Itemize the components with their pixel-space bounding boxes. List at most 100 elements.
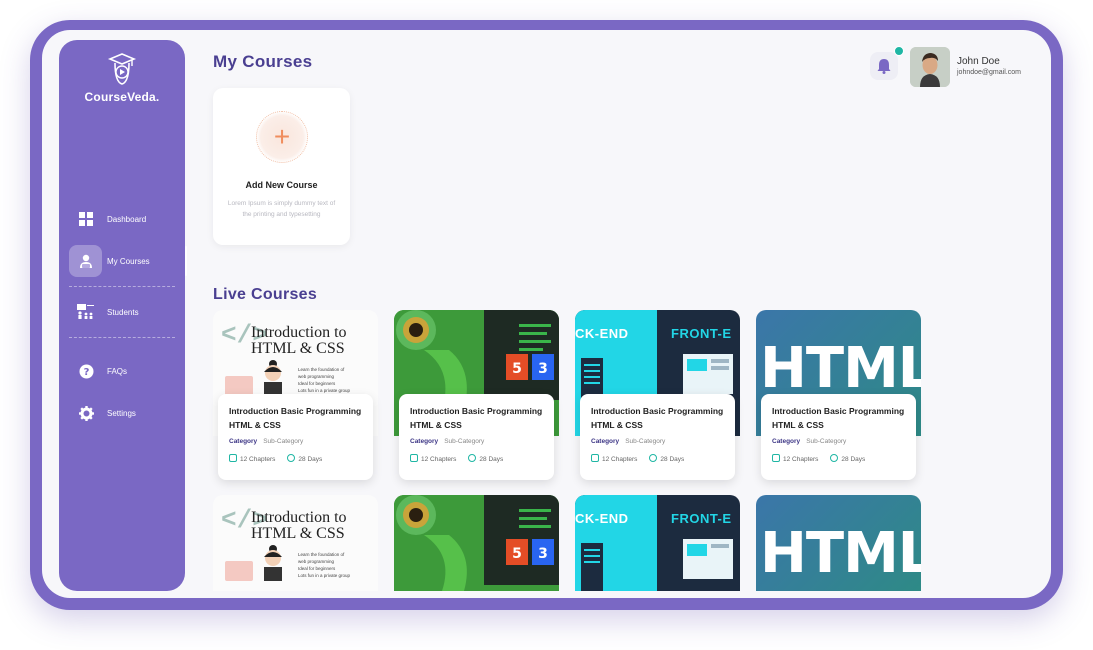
avatar-image bbox=[910, 47, 950, 87]
chapters-icon bbox=[229, 454, 237, 462]
course-card[interactable]: 5 3 Introduction Basic Programming HTML … bbox=[394, 310, 559, 480]
user-name: John Doe bbox=[957, 56, 1000, 67]
course-category[interactable]: Category bbox=[229, 438, 257, 445]
thumb-heading-line2: HTML & CSS bbox=[251, 525, 345, 542]
course-card[interactable]: 5 3 bbox=[394, 495, 559, 598]
bell-icon bbox=[877, 59, 891, 74]
sidebar-item-label: Dashboard bbox=[107, 214, 147, 224]
chapters-icon bbox=[591, 454, 599, 462]
server-screen-illustration bbox=[581, 539, 733, 591]
thumb-frontend-label: FRONT-E bbox=[671, 326, 732, 341]
course-thumbnail: </> Introduction to HTML & CSS Learn the … bbox=[213, 495, 378, 591]
app-screen: CourseVeda. Dashboard My Courses Student… bbox=[42, 30, 1051, 598]
svg-text:?: ? bbox=[83, 367, 89, 378]
thumb-bullet: Lots fun in a private group bbox=[298, 388, 351, 393]
svg-text:3: 3 bbox=[538, 546, 548, 562]
thumb-illustration: 5 3 bbox=[394, 495, 559, 591]
live-courses-title: Live Courses bbox=[213, 286, 318, 303]
course-subcategory[interactable]: Sub-Category bbox=[806, 438, 846, 445]
course-subcategory[interactable]: Sub-Category bbox=[263, 438, 303, 445]
course-category[interactable]: Category bbox=[591, 438, 619, 445]
clock-icon bbox=[830, 454, 839, 462]
thumb-backend-label: CK-END bbox=[575, 511, 629, 526]
course-category[interactable]: Category bbox=[772, 438, 800, 445]
graduation-play-icon bbox=[107, 53, 137, 85]
reading-girl-icon bbox=[264, 360, 282, 396]
thumb-html-label: HTML bbox=[760, 336, 921, 401]
thumb-bullet: Lots fun in a private group bbox=[298, 573, 351, 578]
sidebar-item-dashboard[interactable]: Dashboard bbox=[59, 202, 185, 236]
thumb-decoration bbox=[225, 561, 253, 581]
question-icon: ? bbox=[77, 362, 95, 380]
reading-girl-icon bbox=[264, 545, 282, 581]
sidebar-item-settings[interactable]: Settings bbox=[59, 396, 185, 430]
add-course-card[interactable]: + Add New Course Lorem Ipsum is simply d… bbox=[213, 88, 350, 245]
course-chapters: 12 Chapters bbox=[602, 456, 638, 463]
notification-dot bbox=[894, 46, 904, 56]
course-thumbnail: HTML bbox=[756, 495, 921, 591]
sidebar-item-label: Settings bbox=[107, 408, 136, 418]
course-days: 28 Days bbox=[660, 456, 685, 463]
course-info: Introduction Basic Programming HTML & CS… bbox=[580, 394, 735, 480]
course-card[interactable]: </> Introduction to HTML & CSS Learn the … bbox=[213, 310, 378, 480]
clock-icon bbox=[287, 454, 296, 462]
thumb-bullet: web programming bbox=[298, 559, 335, 564]
sidebar-item-label: Students bbox=[107, 307, 139, 317]
course-title: Introduction Basic Programming HTML & CS… bbox=[229, 406, 362, 430]
logo[interactable]: CourseVeda. bbox=[59, 52, 185, 104]
thumb-frontend-label: FRONT-E bbox=[671, 511, 732, 526]
grid-icon bbox=[77, 210, 95, 228]
course-chapters: 12 Chapters bbox=[421, 456, 457, 463]
add-course-title: Add New Course bbox=[245, 180, 318, 190]
sidebar-item-my-courses[interactable]: My Courses bbox=[59, 244, 187, 278]
sidebar-item-students[interactable]: Students bbox=[59, 295, 185, 329]
course-days: 28 Days bbox=[298, 456, 323, 463]
thumb-bullet: Ideal for beginners bbox=[298, 566, 336, 571]
course-info: Introduction Basic Programming HTML & CS… bbox=[399, 394, 554, 480]
clock-icon bbox=[649, 454, 658, 462]
course-subcategory[interactable]: Sub-Category bbox=[625, 438, 665, 445]
sidebar-divider bbox=[69, 286, 175, 287]
thumb-html-label: HTML bbox=[760, 521, 921, 586]
course-thumbnail: 5 3 bbox=[394, 495, 559, 591]
course-title: Introduction Basic Programming HTML & CS… bbox=[772, 406, 905, 430]
course-card[interactable]: HTML Introduction Basic Programming HTML… bbox=[756, 310, 921, 480]
course-info: Introduction Basic Programming HTML & CS… bbox=[218, 394, 373, 480]
sidebar: CourseVeda. Dashboard My Courses Student… bbox=[59, 40, 187, 591]
sidebar-item-label: FAQs bbox=[107, 366, 128, 376]
page-title: My Courses bbox=[213, 52, 313, 71]
course-subcategory[interactable]: Sub-Category bbox=[444, 438, 484, 445]
brand-name: CourseVeda. bbox=[84, 90, 160, 104]
sidebar-nav: Dashboard My Courses Students ? FAQs Set… bbox=[59, 202, 187, 430]
device-frame: CourseVeda. Dashboard My Courses Student… bbox=[30, 20, 1063, 610]
plus-icon: + bbox=[256, 111, 308, 163]
thumb-heading-line2: HTML & CSS bbox=[251, 340, 345, 357]
thumb-decoration bbox=[225, 376, 253, 396]
thumb-bullet: Learn the foundation of bbox=[298, 367, 345, 372]
sidebar-divider bbox=[69, 337, 175, 338]
course-title: Introduction Basic Programming HTML & CS… bbox=[410, 406, 543, 430]
course-card[interactable]: HTML bbox=[756, 495, 921, 598]
course-title: Introduction Basic Programming HTML & CS… bbox=[591, 406, 724, 430]
svg-text:3: 3 bbox=[538, 361, 548, 377]
course-card[interactable]: </> Introduction to HTML & CSS Learn the … bbox=[213, 495, 378, 598]
sidebar-item-label: My Courses bbox=[107, 256, 150, 266]
add-course-description: Lorem Ipsum is simply dummy text of the … bbox=[227, 200, 336, 218]
notification-button[interactable] bbox=[870, 52, 898, 80]
course-days: 28 Days bbox=[841, 456, 866, 463]
chapters-icon bbox=[410, 454, 418, 462]
svg-text:5: 5 bbox=[512, 361, 522, 377]
gear-icon bbox=[77, 404, 95, 422]
sidebar-item-faqs[interactable]: ? FAQs bbox=[59, 354, 185, 388]
avatar[interactable] bbox=[910, 47, 950, 87]
thumb-heading-line1: Introduction to bbox=[251, 509, 347, 526]
course-card[interactable]: CK-END FRONT-E Introduction Basic Progra… bbox=[575, 310, 740, 480]
thumb-bullet: web programming bbox=[298, 374, 335, 379]
thumb-heading-line1: Introduction to bbox=[251, 324, 347, 341]
course-category[interactable]: Category bbox=[410, 438, 438, 445]
user-email: johndoe@gmail.com bbox=[957, 69, 1021, 76]
clock-icon bbox=[468, 454, 477, 462]
course-card[interactable]: CK-END FRONT-E bbox=[575, 495, 740, 598]
thumb-backend-label: CK-END bbox=[575, 326, 629, 341]
thumb-bullet: Learn the foundation of bbox=[298, 552, 345, 557]
